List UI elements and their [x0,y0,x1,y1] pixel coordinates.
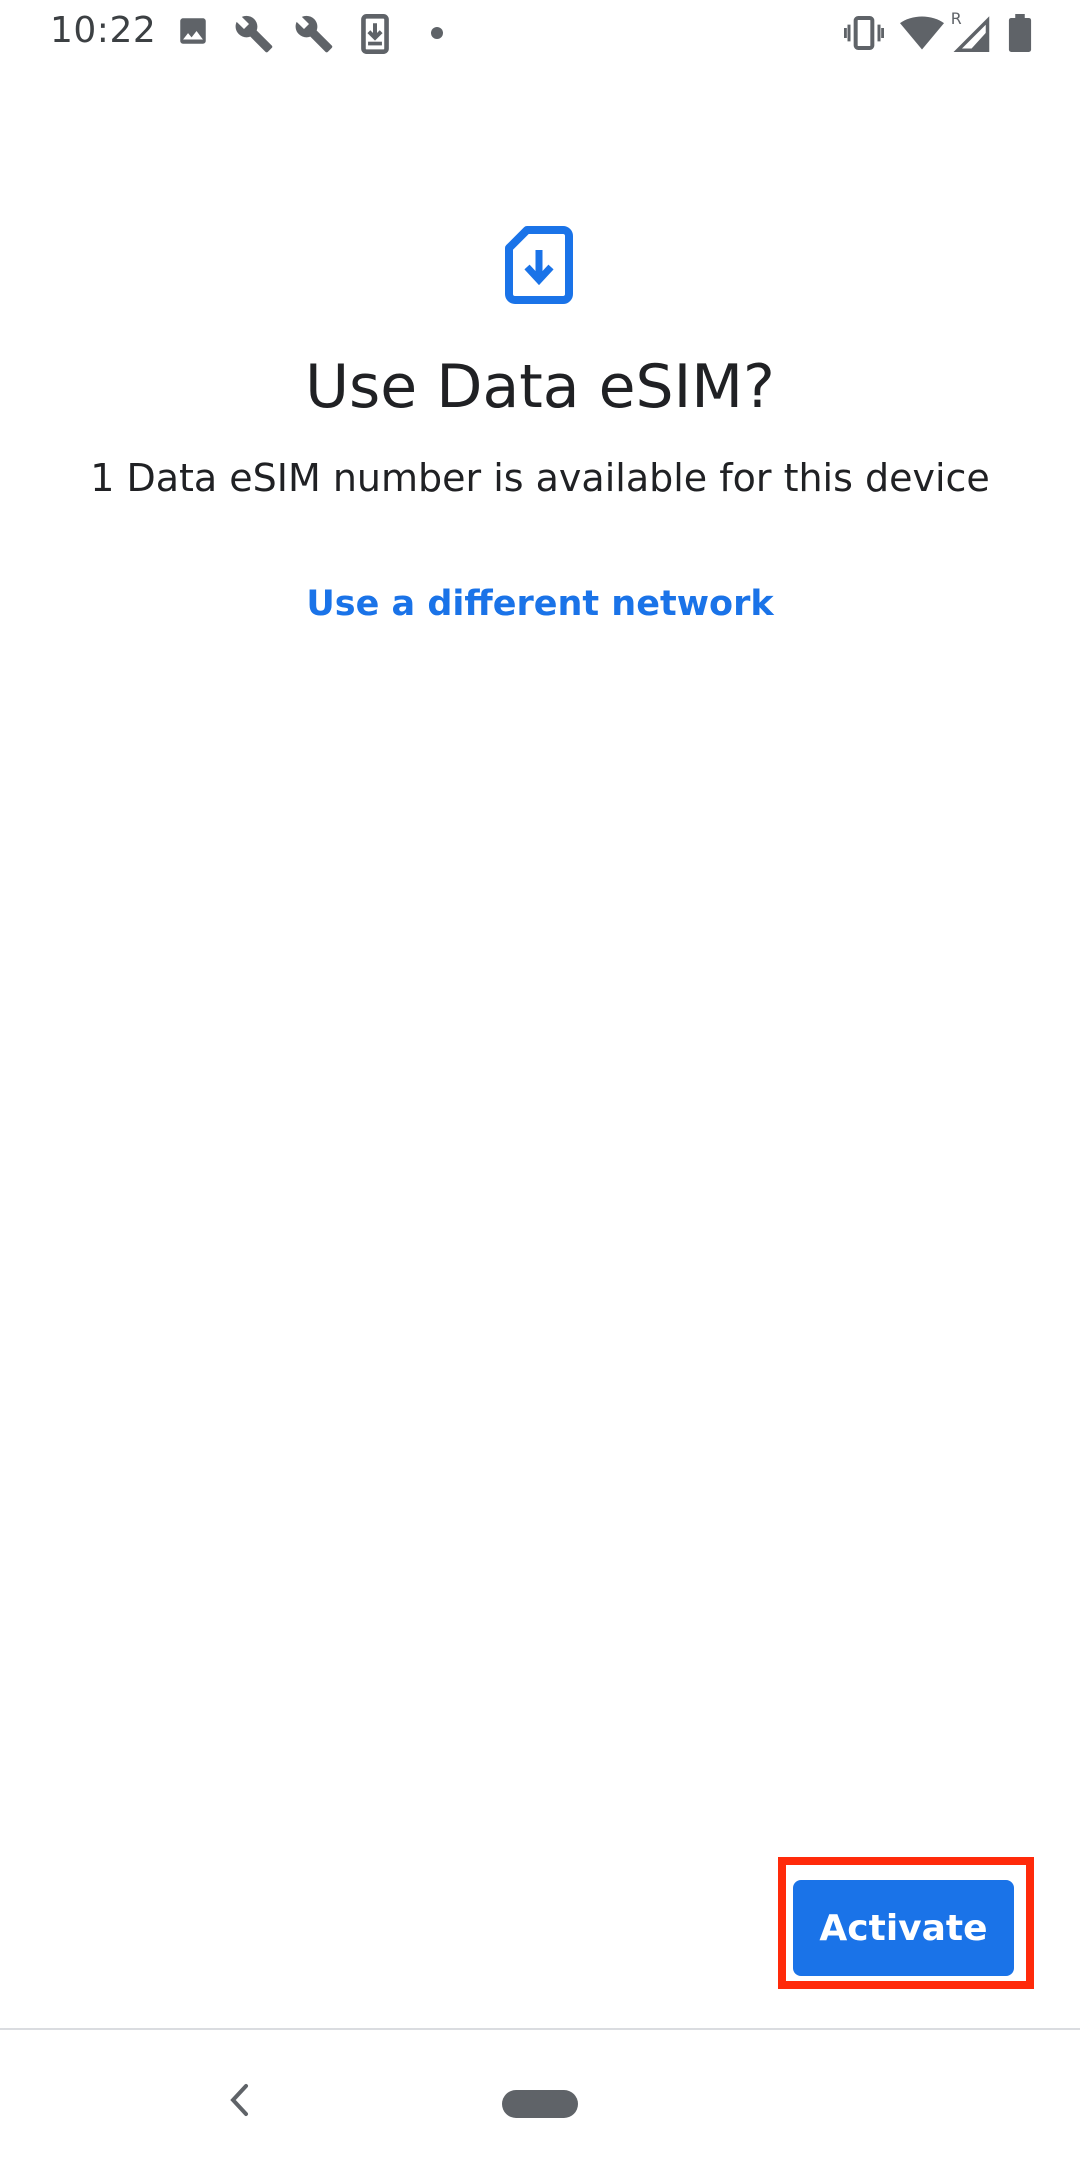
wrench-icon-2 [294,14,334,59]
status-time: 10:22 [50,10,157,51]
download-phone-icon [360,14,390,59]
use-different-network-link[interactable]: Use a different network [0,584,1080,624]
wrench-icon [234,14,274,59]
esim-download-icon [505,226,573,304]
vibrate-icon [843,16,885,55]
activate-button[interactable]: Activate [793,1880,1014,1976]
nav-bar [0,2030,1080,2160]
home-pill-icon[interactable] [502,2090,578,2118]
wifi-icon [900,16,944,55]
status-bar: 10:22 R [0,0,1080,66]
signal-roaming-icon: R [950,9,990,57]
roaming-label: R [951,10,962,28]
image-icon [176,14,210,53]
screen: 10:22 R Use Data eSIM? 1 Data eSIM numbe… [0,0,1080,2160]
battery-icon [1008,14,1032,57]
dot-icon [431,27,443,39]
page-title: Use Data eSIM? [305,352,775,422]
back-icon[interactable] [224,2080,254,2120]
page-subtitle: 1 Data eSIM number is available for this… [90,456,990,500]
